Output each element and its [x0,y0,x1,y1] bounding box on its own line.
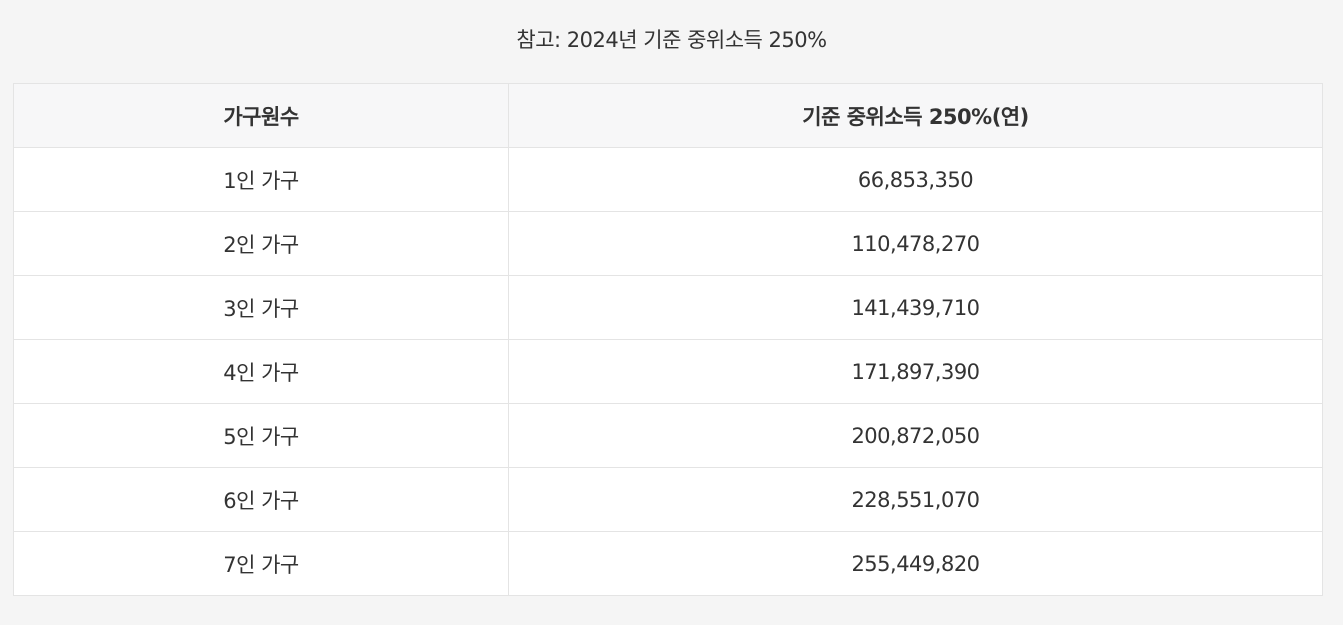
table-row: 5인 가구 200,872,050 [13,403,1323,468]
income-cell: 228,551,070 [508,467,1323,532]
table-row: 3인 가구 141,439,710 [13,275,1323,340]
income-cell: 110,478,270 [508,211,1323,276]
income-cell: 200,872,050 [508,403,1323,468]
median-income-table: 가구원수 기준 중위소득 250%(연) 1인 가구 66,853,350 2인… [13,83,1323,596]
table-row: 2인 가구 110,478,270 [13,211,1323,276]
household-size-cell: 2인 가구 [13,211,509,276]
income-cell: 66,853,350 [508,147,1323,212]
table-row: 6인 가구 228,551,070 [13,467,1323,532]
household-size-cell: 3인 가구 [13,275,509,340]
table-row: 4인 가구 171,897,390 [13,339,1323,404]
income-cell: 255,449,820 [508,531,1323,596]
header-row: 가구원수 기준 중위소득 250%(연) [13,83,1323,148]
income-cell: 141,439,710 [508,275,1323,340]
household-size-cell: 4인 가구 [13,339,509,404]
header-median-income-250: 기준 중위소득 250%(연) [508,83,1323,148]
table-body: 1인 가구 66,853,350 2인 가구 110,478,270 3인 가구… [13,147,1323,596]
household-size-cell: 6인 가구 [13,467,509,532]
income-cell: 171,897,390 [508,339,1323,404]
header-household-size: 가구원수 [13,83,509,148]
table-row: 1인 가구 66,853,350 [13,147,1323,212]
table-header: 가구원수 기준 중위소득 250%(연) [13,83,1323,148]
household-size-cell: 5인 가구 [13,403,509,468]
table-row: 7인 가구 255,449,820 [13,531,1323,596]
table-caption: 참고: 2024년 기준 중위소득 250% [516,28,827,52]
household-size-cell: 7인 가구 [13,531,509,596]
household-size-cell: 1인 가구 [13,147,509,212]
